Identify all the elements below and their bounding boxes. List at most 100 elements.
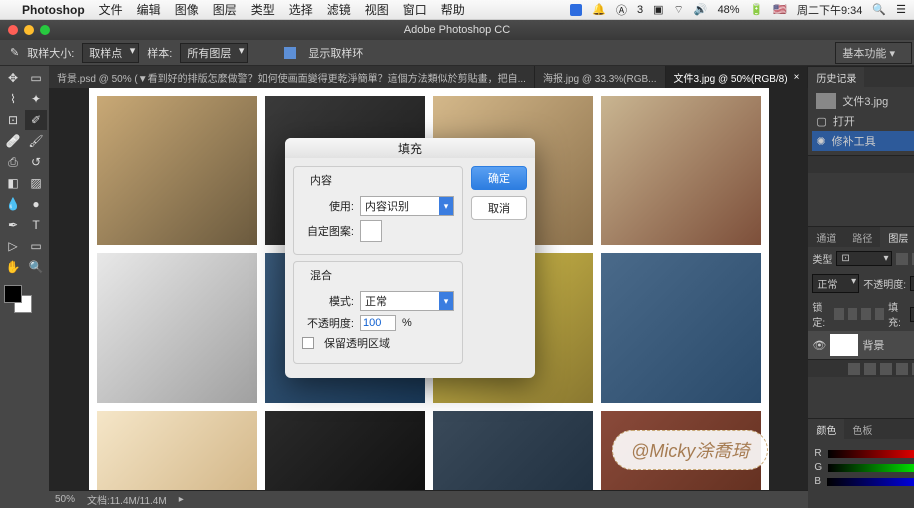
current-tool-icon[interactable]: ✎ bbox=[10, 46, 19, 59]
menu-view[interactable]: 视图 bbox=[365, 1, 389, 18]
tab-1[interactable]: 海报.jpg @ 33.3%(RGB... bbox=[535, 66, 666, 88]
eraser-tool[interactable]: ◧ bbox=[2, 173, 24, 193]
input-flag[interactable]: 🇺🇸 bbox=[773, 3, 787, 16]
menu-filter[interactable]: 滤镜 bbox=[327, 1, 351, 18]
tab-paths[interactable]: 路径 bbox=[844, 227, 880, 247]
airplay-icon[interactable]: ▣ bbox=[653, 3, 663, 16]
history-step[interactable]: ✺ 修补工具 bbox=[812, 131, 914, 151]
brush-tool[interactable]: 🖌 bbox=[25, 131, 47, 151]
menu-edit[interactable]: 编辑 bbox=[137, 1, 161, 18]
g-slider[interactable] bbox=[828, 464, 914, 472]
history-brush-tool[interactable]: ↺ bbox=[25, 152, 47, 172]
lock-all-icon[interactable] bbox=[875, 308, 884, 320]
dodge-tool[interactable]: ● bbox=[25, 194, 47, 214]
link-icon[interactable] bbox=[848, 363, 860, 375]
workspace-select[interactable]: 基本功能 bbox=[835, 42, 912, 64]
adobe-cc-icon[interactable]: Ⓐ bbox=[616, 2, 627, 18]
hand-tool[interactable]: ✋ bbox=[2, 257, 24, 277]
menu-layer[interactable]: 图层 bbox=[213, 1, 237, 18]
volume-icon[interactable]: 🔊 bbox=[694, 3, 708, 16]
tab-color[interactable]: 颜色 bbox=[808, 419, 844, 439]
cancel-button[interactable]: 取消 bbox=[471, 196, 527, 220]
path-tool[interactable]: ▷ bbox=[2, 236, 24, 256]
gradient-tool[interactable]: ▨ bbox=[25, 173, 47, 193]
eyedropper-tool[interactable]: ✐ bbox=[25, 110, 47, 130]
tab-2[interactable]: 文件3.jpg @ 50%(RGB/8)× bbox=[666, 66, 809, 88]
zoom-level[interactable]: 50% bbox=[55, 494, 75, 505]
r-slider[interactable] bbox=[828, 450, 914, 458]
menu-select[interactable]: 选择 bbox=[289, 1, 313, 18]
opacity-input[interactable] bbox=[360, 315, 396, 331]
doc-size[interactable]: 文档:11.4M/11.4M bbox=[87, 492, 167, 507]
marquee-tool[interactable]: ▭ bbox=[25, 68, 47, 88]
stamp-tool[interactable]: ⎙ bbox=[2, 152, 24, 172]
tab-0[interactable]: 背景.psd @ 50% (▼看到好的排版怎麼做警？如何使画面變得更乾淨簡單？這… bbox=[49, 66, 535, 88]
blur-tool[interactable]: 💧 bbox=[2, 194, 24, 214]
pattern-swatch[interactable] bbox=[360, 220, 382, 242]
battery-icon[interactable]: 🔋 bbox=[750, 3, 764, 16]
sample-layers-select[interactable]: 所有图层 bbox=[180, 43, 248, 63]
use-select[interactable]: 内容识别▾ bbox=[360, 196, 454, 216]
color-swatches[interactable] bbox=[0, 279, 49, 319]
g-label: G bbox=[814, 462, 822, 473]
wifi-icon[interactable]: ⌔ bbox=[674, 3, 684, 17]
b-slider[interactable] bbox=[827, 478, 914, 486]
chevron-down-icon: ▾ bbox=[439, 292, 453, 310]
menu-icon[interactable]: ☰ bbox=[896, 3, 906, 16]
fx-icon[interactable] bbox=[864, 363, 876, 375]
history-step[interactable]: ▢ 打开 bbox=[812, 111, 914, 131]
filter-pixel-icon[interactable] bbox=[896, 253, 908, 265]
pen-tool[interactable]: ✒ bbox=[2, 215, 24, 235]
notif-icon[interactable]: 🔔 bbox=[592, 3, 606, 16]
wand-tool[interactable]: ✦ bbox=[25, 89, 47, 109]
layer-name[interactable]: 背景 bbox=[862, 337, 884, 353]
clock[interactable]: 周二下午9:34 bbox=[797, 2, 862, 18]
tab-close-icon[interactable]: × bbox=[794, 72, 800, 83]
menu-window[interactable]: 窗口 bbox=[403, 1, 427, 18]
sample-size-select[interactable]: 取样点 bbox=[82, 43, 139, 63]
preserve-trans-checkbox[interactable] bbox=[302, 337, 314, 349]
zoom-button[interactable] bbox=[40, 25, 50, 35]
lasso-tool[interactable]: ⌇ bbox=[2, 89, 24, 109]
move-tool[interactable]: ✥ bbox=[2, 68, 24, 88]
adj-icon[interactable] bbox=[896, 363, 908, 375]
battery-pct: 48% bbox=[718, 4, 740, 16]
lock-pos-icon[interactable] bbox=[861, 308, 870, 320]
shape-tool[interactable]: ▭ bbox=[25, 236, 47, 256]
menu-help[interactable]: 帮助 bbox=[441, 1, 465, 18]
cc-count: 3 bbox=[637, 4, 643, 16]
show-ring-checkbox[interactable] bbox=[284, 47, 296, 59]
zoom-tool[interactable]: 🔍 bbox=[25, 257, 47, 277]
close-button[interactable] bbox=[8, 25, 18, 35]
visibility-icon[interactable]: 👁 bbox=[812, 339, 826, 352]
kind-filter[interactable]: ⊡ bbox=[836, 251, 891, 266]
ok-button[interactable]: 确定 bbox=[471, 166, 527, 190]
opacity-value[interactable]: 100% bbox=[910, 276, 914, 291]
healing-tool[interactable]: 🩹 bbox=[2, 131, 24, 151]
menu-type[interactable]: 类型 bbox=[251, 1, 275, 18]
layer-row[interactable]: 👁 背景 🔒 bbox=[808, 331, 914, 359]
type-tool[interactable]: T bbox=[25, 215, 47, 235]
lock-pixel-icon[interactable] bbox=[848, 308, 857, 320]
minimize-button[interactable] bbox=[24, 25, 34, 35]
mask-icon[interactable] bbox=[880, 363, 892, 375]
menu-image[interactable]: 图像 bbox=[175, 1, 199, 18]
mode-label: 模式: bbox=[302, 293, 354, 309]
tab-channels[interactable]: 通道 bbox=[808, 227, 844, 247]
tab-layers[interactable]: 图层 bbox=[880, 227, 914, 247]
tools-panel: ✥ ▭ ⌇ ✦ ⊡ ✐ 🩹 🖌 ⎙ ↺ ◧ ▨ 💧 ● ✒ T ▷ ▭ ✋ 🔍 bbox=[0, 66, 49, 508]
fill-value[interactable]: 100% bbox=[910, 307, 914, 322]
app-name[interactable]: Photoshop bbox=[22, 3, 85, 17]
tab-history[interactable]: 历史记录 bbox=[808, 67, 864, 87]
mode-select[interactable]: 正常▾ bbox=[360, 291, 454, 311]
tab-swatches[interactable]: 色板 bbox=[844, 419, 880, 439]
history-snapshot[interactable]: 文件3.jpg bbox=[812, 91, 914, 111]
bluetooth-icon[interactable] bbox=[570, 4, 582, 16]
content-legend: 内容 bbox=[306, 172, 336, 188]
search-icon[interactable]: 🔍 bbox=[872, 3, 886, 16]
blend-mode-select[interactable]: 正常 bbox=[812, 274, 859, 293]
fg-swatch[interactable] bbox=[4, 285, 22, 303]
lock-trans-icon[interactable] bbox=[834, 308, 843, 320]
crop-tool[interactable]: ⊡ bbox=[2, 110, 24, 130]
menu-file[interactable]: 文件 bbox=[99, 1, 123, 18]
